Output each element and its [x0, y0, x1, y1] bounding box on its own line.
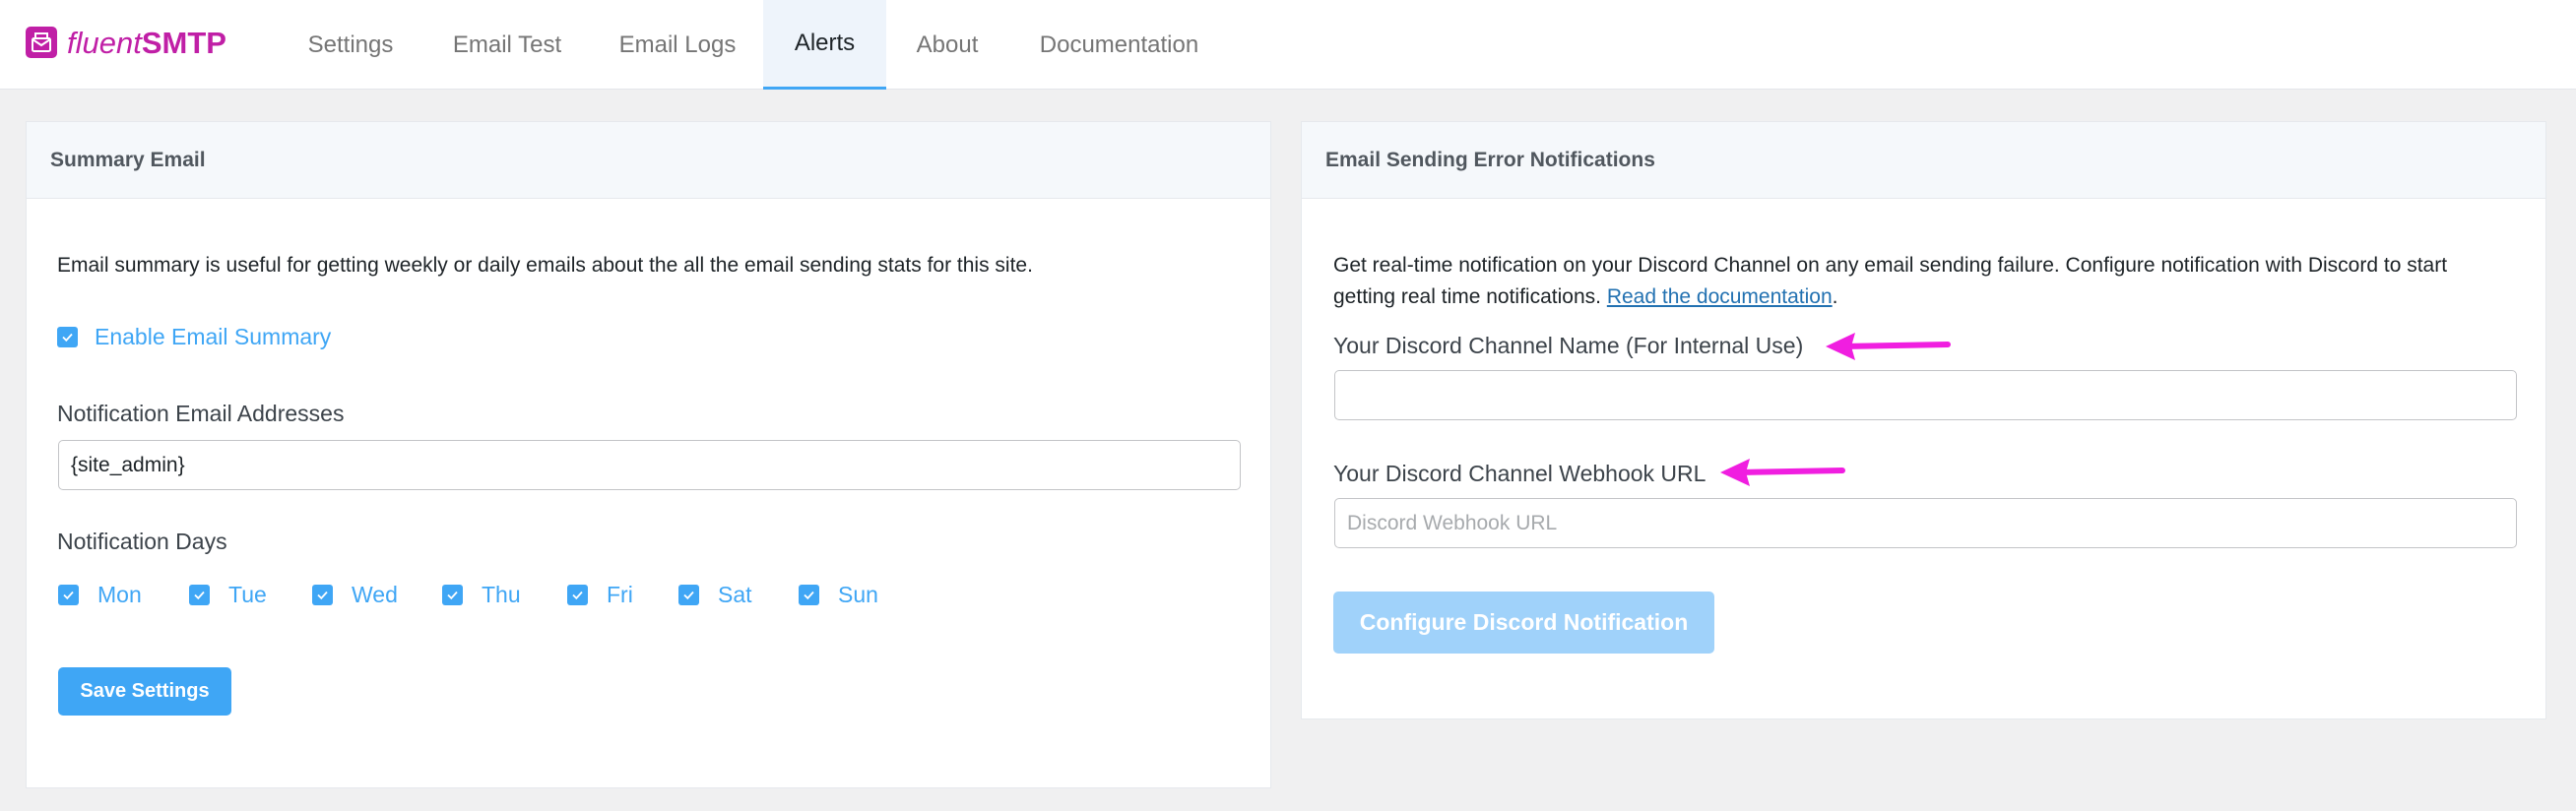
tab-email-test[interactable]: Email Test [445, 0, 569, 90]
checkbox-checked-icon [312, 585, 333, 605]
tab-alerts[interactable]: Alerts [763, 0, 886, 90]
logo-text-fluent: fluent [67, 25, 142, 60]
annotation-arrow-icon [1826, 333, 1951, 360]
description-line-2: getting real time notifications. [1333, 285, 1601, 308]
enable-email-summary-checkbox[interactable]: Enable Email Summary [57, 324, 331, 350]
day-label: Tue [228, 582, 267, 607]
notification-emails-label: Notification Email Addresses [57, 401, 345, 426]
tab-settings[interactable]: Settings [290, 0, 411, 90]
enable-email-summary-label: Enable Email Summary [95, 324, 332, 349]
save-settings-button[interactable]: Save Settings [58, 667, 231, 716]
checkbox-checked-icon [678, 585, 699, 605]
discord-channel-name-input[interactable] [1334, 370, 2517, 420]
tab-documentation[interactable]: Documentation [1024, 0, 1214, 90]
summary-email-panel: Summary Email Email summary is useful fo… [26, 121, 1271, 788]
error-notifications-title: Email Sending Error Notifications [1302, 122, 2545, 199]
checkbox-checked-icon [442, 585, 463, 605]
day-label: Sun [838, 582, 878, 607]
tab-about[interactable]: About [898, 0, 997, 90]
description-period: . [1832, 285, 1838, 308]
annotation-arrow-icon [1720, 459, 1845, 486]
checkbox-checked-icon [567, 585, 588, 605]
checkbox-checked-icon [799, 585, 819, 605]
day-checkbox-wed[interactable]: Wed [312, 582, 398, 608]
day-checkbox-tue[interactable]: Tue [189, 582, 267, 608]
error-notifications-panel: Email Sending Error Notifications Get re… [1301, 121, 2546, 719]
day-label: Wed [352, 582, 398, 607]
day-label: Thu [482, 582, 521, 607]
checkbox-checked-icon [58, 585, 79, 605]
day-label: Sat [718, 582, 752, 607]
configure-discord-notification-button[interactable]: Configure Discord Notification [1333, 592, 1714, 654]
read-documentation-link[interactable]: Read the documentation [1607, 285, 1833, 308]
day-checkbox-mon[interactable]: Mon [58, 582, 142, 608]
day-checkbox-sun[interactable]: Sun [799, 582, 878, 608]
checkbox-checked-icon [189, 585, 210, 605]
summary-description: Email summary is useful for getting week… [57, 254, 1033, 277]
notification-days-label: Notification Days [57, 529, 227, 554]
discord-webhook-url-input[interactable] [1334, 498, 2517, 548]
envelope-logo-icon [26, 27, 57, 58]
discord-channel-name-label: Your Discord Channel Name (For Internal … [1333, 333, 1804, 358]
description-line-1: Get real-time notification on your Disco… [1333, 254, 2448, 277]
notification-emails-input[interactable] [58, 440, 1241, 490]
day-label: Fri [607, 582, 633, 607]
summary-email-title: Summary Email [27, 122, 1270, 199]
day-checkbox-sat[interactable]: Sat [678, 582, 752, 608]
logo-text: fluentSMTP [67, 28, 226, 58]
day-label: Mon [97, 582, 142, 607]
top-navigation: fluentSMTP Settings Email Test Email Log… [0, 0, 2576, 90]
error-notifications-description: Get real-time notification on your Disco… [1333, 250, 2535, 313]
day-checkbox-fri[interactable]: Fri [567, 582, 633, 608]
tab-email-logs[interactable]: Email Logs [604, 0, 751, 90]
fluentsmtp-logo[interactable]: fluentSMTP [26, 27, 226, 58]
discord-webhook-url-label: Your Discord Channel Webhook URL [1333, 461, 1707, 486]
day-checkbox-thu[interactable]: Thu [442, 582, 521, 608]
logo-text-smtp: SMTP [141, 25, 226, 60]
checkbox-checked-icon [57, 327, 78, 347]
